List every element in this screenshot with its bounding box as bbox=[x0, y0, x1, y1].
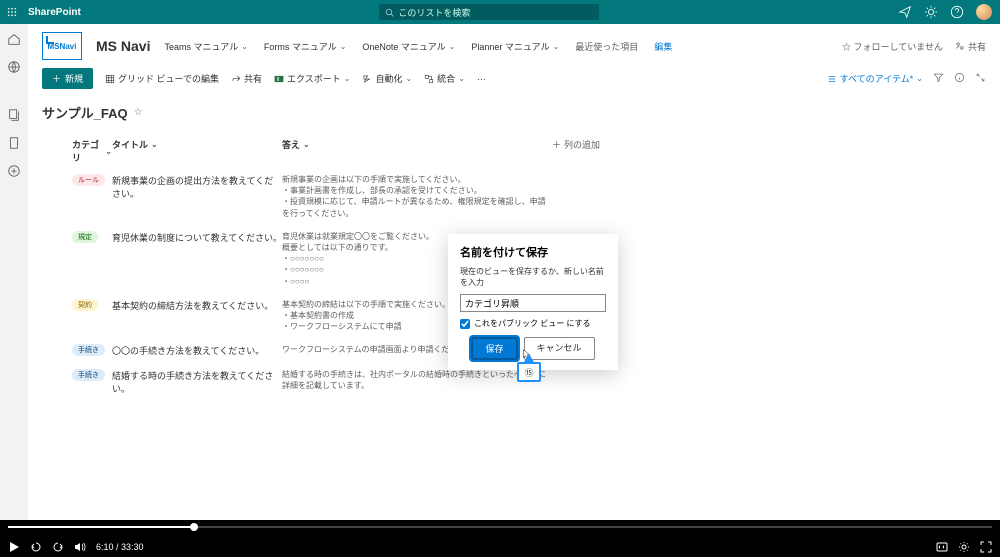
flow-icon bbox=[362, 74, 372, 84]
play-icon[interactable] bbox=[8, 541, 20, 553]
public-view-checkbox[interactable]: これをパブリック ビュー にする bbox=[460, 318, 606, 329]
nav-forms[interactable]: Forms マニュアル⌄ bbox=[264, 40, 346, 53]
filter-icon[interactable] bbox=[933, 72, 944, 85]
grid-edit-button[interactable]: グリッド ビューでの編集 bbox=[105, 72, 219, 85]
category-tag: 手続き bbox=[72, 344, 105, 356]
save-button[interactable]: 保存 bbox=[471, 337, 517, 360]
share-icon bbox=[955, 41, 965, 51]
video-player-bar: 6:10 / 33:30 bbox=[0, 520, 1000, 557]
main-area: MSNavi MS Navi Teams マニュアル⌄ Forms マニュアル⌄… bbox=[28, 24, 1000, 520]
integrate-button[interactable]: 統合⌄ bbox=[424, 72, 465, 85]
public-view-checkbox-input[interactable] bbox=[460, 319, 470, 329]
category-tag: 規定 bbox=[72, 231, 98, 243]
add-icon[interactable] bbox=[7, 164, 21, 178]
video-time: 6:10 / 33:30 bbox=[96, 542, 144, 552]
integrate-icon bbox=[424, 74, 434, 84]
skip-back-icon[interactable] bbox=[30, 541, 42, 553]
table-header-row: カテゴリ⌄ タイトル⌄ 答え⌄ ＋ 列の追加 bbox=[42, 134, 986, 168]
settings-icon[interactable] bbox=[924, 5, 938, 19]
nav-onenote[interactable]: OneNote マニュアル⌄ bbox=[362, 40, 455, 53]
category-tag: ルール bbox=[72, 174, 105, 186]
step-number: ⑮ bbox=[517, 362, 541, 382]
left-rail bbox=[0, 24, 28, 520]
row-title: 基本契約の締結方法を教えてください。 bbox=[112, 299, 282, 333]
files-icon[interactable] bbox=[7, 108, 21, 122]
row-title: 育児休業の制度について教えてください。 bbox=[112, 231, 282, 287]
col-add[interactable]: ＋ 列の追加 bbox=[552, 138, 600, 151]
share-cmd-button[interactable]: 共有 bbox=[231, 72, 262, 85]
skip-fwd-icon[interactable] bbox=[52, 541, 64, 553]
player-settings-icon[interactable] bbox=[958, 541, 970, 553]
dialog-description: 現在のビューを保存するか、新しい名前を入力 bbox=[460, 266, 606, 288]
share-button[interactable]: 共有 bbox=[955, 40, 986, 53]
chevron-down-icon: ⌄ bbox=[449, 42, 456, 51]
search-box[interactable]: このリストを検索 bbox=[379, 4, 599, 20]
brand-label: SharePoint bbox=[28, 7, 81, 18]
more-button[interactable]: ··· bbox=[477, 74, 486, 84]
hub-nav: Teams マニュアル⌄ Forms マニュアル⌄ OneNote マニュアル⌄… bbox=[164, 40, 672, 53]
new-button[interactable]: ＋ 新規 bbox=[42, 68, 93, 89]
page-icon[interactable] bbox=[7, 136, 21, 150]
nav-recent[interactable]: 最近使った項目 bbox=[575, 40, 638, 53]
row-answer: 新規事業の企画は以下の手順で実施してください。・事業計画書を作成し、部長の承認を… bbox=[282, 174, 552, 219]
row-answer: 結婚する時の手続きは、社内ポータルの結婚時の手続きといったページに詳細を記載して… bbox=[282, 369, 552, 395]
category-tag: 契約 bbox=[72, 299, 98, 311]
col-title[interactable]: タイトル⌄ bbox=[112, 138, 158, 151]
help-icon[interactable] bbox=[950, 5, 964, 19]
row-title: 新規事業の企画の提出方法を教えてください。 bbox=[112, 174, 282, 219]
nav-planner[interactable]: Planner マニュアル⌄ bbox=[471, 40, 559, 53]
excel-icon bbox=[274, 74, 284, 84]
list-title: サンプル_FAQ ☆ bbox=[42, 103, 986, 122]
table-row[interactable]: ルール新規事業の企画の提出方法を教えてください。新規事業の企画は以下の手順で実施… bbox=[42, 168, 986, 225]
nav-edit[interactable]: 編集 bbox=[654, 40, 672, 53]
command-bar: ＋ 新規 グリッド ビューでの編集 共有 エクスポート⌄ 自動化⌄ 統合⌄ ··… bbox=[28, 64, 1000, 93]
app-root: SharePoint このリストを検索 MSNavi MS Navi Teams… bbox=[0, 0, 1000, 520]
globe-icon[interactable] bbox=[7, 60, 21, 74]
follow-button[interactable]: ☆ フォローしていません bbox=[842, 40, 943, 53]
save-view-dialog: 名前を付けて保存 現在のビューを保存するか、新しい名前を入力 これをパブリック … bbox=[448, 234, 618, 370]
chevron-down-icon: ⌄ bbox=[241, 42, 248, 51]
export-button[interactable]: エクスポート⌄ bbox=[274, 72, 350, 85]
view-selector[interactable]: すべてのアイテム*⌄ bbox=[827, 72, 923, 85]
public-view-label: これをパブリック ビュー にする bbox=[474, 318, 591, 329]
favorite-star-icon[interactable]: ☆ bbox=[134, 107, 143, 118]
row-title: 結婚する時の手続き方法を教えてください。 bbox=[112, 369, 282, 395]
volume-icon[interactable] bbox=[74, 541, 86, 553]
user-avatar[interactable] bbox=[976, 4, 992, 20]
timeline-knob[interactable] bbox=[190, 523, 198, 531]
dialog-title: 名前を付けて保存 bbox=[460, 244, 606, 260]
video-timeline[interactable] bbox=[8, 526, 992, 528]
cc-icon[interactable] bbox=[936, 541, 948, 553]
app-launcher-icon[interactable] bbox=[0, 7, 24, 17]
send-icon[interactable] bbox=[898, 5, 912, 19]
site-header-right: ☆ フォローしていません 共有 bbox=[842, 40, 986, 53]
category-tag: 手続き bbox=[72, 369, 105, 381]
search-placeholder: このリストを検索 bbox=[398, 6, 470, 19]
site-logo[interactable]: MSNavi bbox=[42, 32, 82, 60]
fullscreen-icon[interactable] bbox=[980, 541, 992, 553]
automate-button[interactable]: 自動化⌄ bbox=[362, 72, 412, 85]
list-icon bbox=[827, 74, 837, 84]
home-icon[interactable] bbox=[7, 32, 21, 46]
nav-teams[interactable]: Teams マニュアル⌄ bbox=[164, 40, 247, 53]
step-callout: ⑮ bbox=[515, 354, 543, 382]
site-name: MS Navi bbox=[96, 38, 150, 54]
col-answer[interactable]: 答え⌄ bbox=[282, 138, 310, 151]
chevron-down-icon: ⌄ bbox=[340, 42, 347, 51]
expand-icon[interactable] bbox=[975, 72, 986, 85]
col-category[interactable]: カテゴリ⌄ bbox=[72, 138, 112, 164]
view-name-input[interactable] bbox=[460, 294, 606, 312]
site-header: MSNavi MS Navi Teams マニュアル⌄ Forms マニュアル⌄… bbox=[28, 24, 1000, 64]
grid-icon bbox=[105, 74, 115, 84]
share-icon bbox=[231, 74, 241, 84]
search-icon bbox=[385, 8, 394, 17]
suite-right bbox=[898, 4, 992, 20]
row-title: 〇〇の手続き方法を教えてください。 bbox=[112, 344, 282, 357]
suite-header: SharePoint このリストを検索 bbox=[0, 0, 1000, 24]
chevron-down-icon: ⌄ bbox=[553, 42, 560, 51]
info-icon[interactable] bbox=[954, 72, 965, 85]
